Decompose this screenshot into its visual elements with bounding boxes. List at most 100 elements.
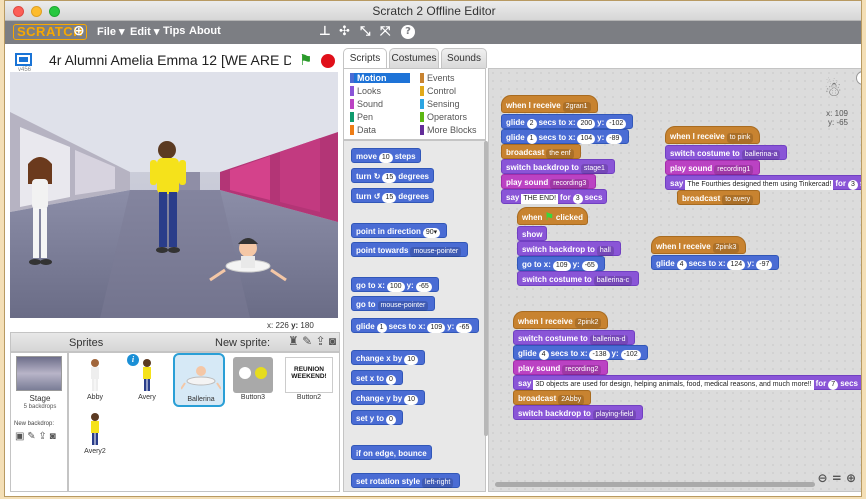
block-input[interactable]: 0: [386, 375, 396, 385]
block-input[interactable]: -138: [589, 350, 610, 360]
delete-icon[interactable]: ✣: [339, 24, 350, 39]
block-input[interactable]: 124: [727, 260, 746, 270]
zoom-out-icon[interactable]: ⊖: [817, 471, 827, 485]
camera-icon[interactable]: ◙: [329, 334, 336, 348]
block-input[interactable]: 100: [386, 282, 405, 292]
block-dropdown[interactable]: playing-field: [592, 410, 637, 420]
block-input[interactable]: 109: [427, 323, 446, 333]
category-operators[interactable]: Operators: [420, 112, 480, 122]
block-input[interactable]: 109: [552, 261, 571, 271]
block-input[interactable]: 104: [577, 134, 596, 144]
block-input[interactable]: 1: [526, 134, 537, 144]
block-input[interactable]: -65: [581, 261, 598, 271]
block-turn-right[interactable]: turn ↻ 15 degrees: [351, 168, 434, 183]
block-input[interactable]: 4: [676, 260, 687, 270]
block-input[interactable]: 10: [378, 153, 393, 163]
tab-scripts[interactable]: Scripts: [343, 48, 387, 68]
hat-when-i-receive[interactable]: when I receive 2pink3: [651, 236, 747, 254]
block-switch-costume[interactable]: switch costume to ballerina-a: [665, 145, 788, 160]
block-input[interactable]: 15: [382, 193, 397, 203]
block-play-sound[interactable]: play sound recording1: [665, 160, 761, 175]
zoom-in-icon[interactable]: ⊕: [846, 471, 856, 485]
backdrop-library-icon[interactable]: ▣: [15, 431, 24, 442]
block-broadcast[interactable]: broadcast to avery: [677, 190, 761, 205]
block-change-x[interactable]: change x by 10: [351, 350, 426, 365]
block-switch-costume[interactable]: switch costume to ballerina-d: [513, 330, 636, 345]
block-switch-backdrop[interactable]: switch backdrop to stage1: [501, 159, 615, 174]
hat-when-flag-clicked[interactable]: when ⚑ clicked: [517, 207, 589, 225]
block-input[interactable]: 0: [386, 415, 396, 425]
block-broadcast[interactable]: broadcast 2Abby: [513, 390, 592, 405]
block-set-rotation-style[interactable]: set rotation style left-right: [351, 473, 461, 488]
block-if-on-edge-bounce[interactable]: if on edge, bounce: [351, 445, 432, 460]
block-say-for-secs[interactable]: say The Fourthies designed them using Tin…: [665, 175, 861, 190]
fullscreen-icon[interactable]: [15, 53, 32, 66]
block-input[interactable]: 3: [848, 180, 858, 190]
block-dropdown[interactable]: to pink: [726, 133, 754, 143]
block-go-to[interactable]: go to mouse-pointer: [351, 296, 436, 311]
sprite-tile-ballerina[interactable]: Ballerina: [173, 353, 225, 407]
block-input[interactable]: -65: [415, 282, 432, 292]
block-glide[interactable]: glide 4 secs to x: -138 y: -102: [513, 345, 648, 360]
block-input[interactable]: -102: [620, 350, 641, 360]
tab-sounds[interactable]: Sounds: [441, 48, 487, 68]
block-say-for-secs[interactable]: say 3D objects are used for design, helpi…: [513, 375, 861, 390]
block-dropdown[interactable]: 2pink2: [574, 318, 602, 328]
category-sensing[interactable]: Sensing: [420, 99, 480, 109]
block-point-in-direction[interactable]: point in direction 90▾: [351, 223, 448, 238]
block-string-input[interactable]: The Fourthies designed them using Tinker…: [685, 180, 834, 190]
category-motion[interactable]: Motion: [350, 73, 410, 83]
category-control[interactable]: Control: [420, 86, 480, 96]
paint-new-sprite-icon[interactable]: ✎: [302, 334, 312, 348]
stage-selector[interactable]: Stage 5 backdrops New backdrop: ▣ ✎ ⇪ ◙: [10, 352, 68, 492]
block-go-to-xy[interactable]: go to x: 100 y: -65: [351, 277, 439, 292]
block-dropdown[interactable]: to avery: [722, 195, 754, 205]
block-broadcast[interactable]: broadcast the enf: [501, 144, 581, 159]
block-play-sound[interactable]: play sound recording2: [513, 360, 609, 375]
block-dropdown[interactable]: recording1: [714, 165, 754, 175]
menu-file[interactable]: File ▾: [97, 25, 125, 38]
menu-edit[interactable]: Edit ▾: [130, 25, 159, 38]
block-dropdown[interactable]: 2gran1: [562, 102, 591, 112]
choose-sprite-from-library-icon[interactable]: ♜: [288, 334, 299, 348]
sprite-tile-button3[interactable]: Button3: [229, 355, 277, 405]
block-turn-left[interactable]: turn ↺ 15 degrees: [351, 188, 434, 203]
block-dropdown[interactable]: mouse-pointer: [377, 301, 429, 311]
block-input[interactable]: 10: [404, 355, 419, 365]
backdrop-camera-icon[interactable]: ◙: [50, 431, 56, 442]
category-sound[interactable]: Sound: [350, 99, 410, 109]
block-input[interactable]: 1: [376, 323, 387, 333]
block-string-input[interactable]: 3D objects are used for design, helping …: [533, 380, 814, 390]
block-change-y[interactable]: change y by 10: [351, 390, 426, 405]
block-input[interactable]: 15: [382, 173, 397, 183]
block-say-for-secs[interactable]: say THE END! for 3 secs: [501, 189, 608, 204]
block-input[interactable]: -89: [606, 134, 623, 144]
block-input[interactable]: 7: [828, 380, 839, 390]
block-dropdown[interactable]: recording3: [550, 179, 590, 189]
block-input[interactable]: 200: [577, 119, 596, 129]
block-dropdown[interactable]: ballerina-a: [741, 150, 781, 160]
block-dropdown[interactable]: mouse-pointer: [410, 247, 462, 257]
block-glide[interactable]: glide 1 secs to x: 109 y: -65: [351, 318, 480, 333]
sprite-info-icon[interactable]: i: [127, 354, 139, 366]
menu-tips[interactable]: Tips: [163, 25, 185, 37]
hat-when-i-receive[interactable]: when I receive 2gran1: [501, 95, 598, 113]
block-switch-backdrop[interactable]: switch backdrop to playing-field: [513, 405, 644, 420]
block-point-towards[interactable]: point towards mouse-pointer: [351, 242, 469, 257]
block-dropdown[interactable]: ballerina-d: [589, 335, 629, 345]
block-input[interactable]: 4: [538, 350, 549, 360]
hat-when-i-receive[interactable]: when I receive to pink: [665, 126, 761, 144]
block-dropdown[interactable]: 2pink3: [712, 243, 740, 253]
duplicate-icon[interactable]: ⊥: [319, 24, 331, 39]
block-go-to-xy[interactable]: go to x: 109 y: -65: [517, 256, 605, 271]
globe-icon[interactable]: ⊕: [73, 23, 85, 39]
block-input[interactable]: -102: [606, 119, 627, 129]
upload-backdrop-icon[interactable]: ⇪: [38, 431, 46, 442]
block-string-input[interactable]: THE END!: [521, 194, 559, 204]
block-input[interactable]: 2: [526, 119, 537, 129]
category-more-blocks[interactable]: More Blocks: [420, 125, 484, 135]
block-glide[interactable]: glide 4 secs to x: 124 y: -97: [651, 255, 780, 270]
stage[interactable]: [10, 72, 338, 318]
tab-costumes[interactable]: Costumes: [389, 48, 439, 68]
block-dropdown[interactable]: 2Abby: [558, 395, 585, 405]
